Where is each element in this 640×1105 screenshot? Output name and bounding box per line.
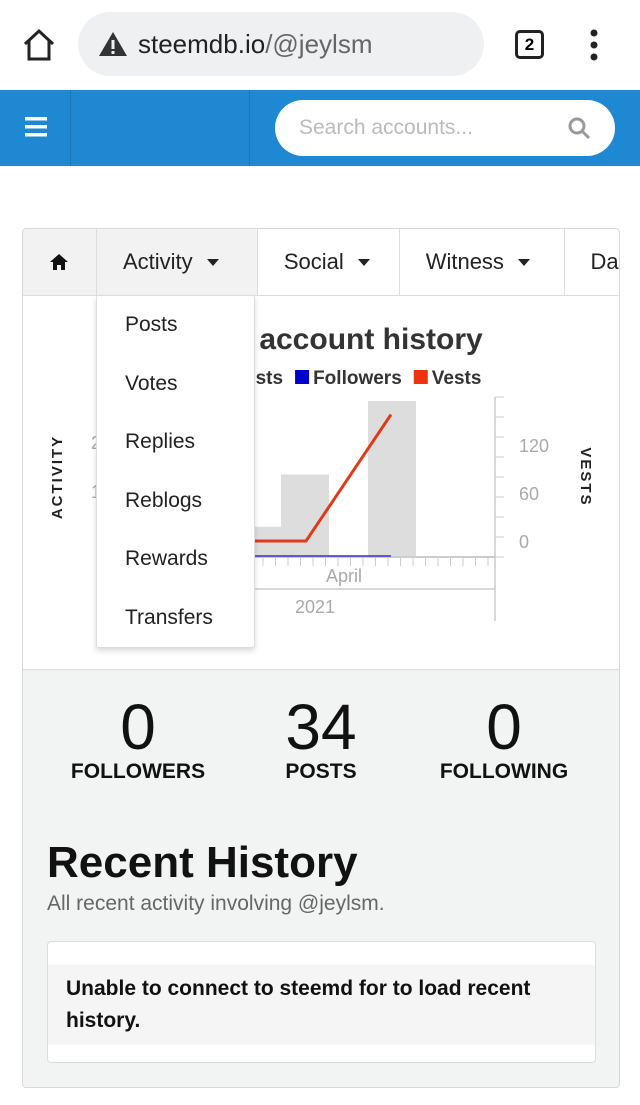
error-message: Unable to connect to steemd for to load … [48, 965, 595, 1045]
activity-bar [368, 401, 416, 557]
stat-followers[interactable]: 0 FOLLOWERS [48, 690, 228, 784]
menu-item-transfers[interactable]: Transfers [97, 589, 254, 648]
menu-item-votes[interactable]: Votes [97, 355, 254, 414]
stats-panel: 0 FOLLOWERS 34 POSTS 0 FOLLOWING Recent His… [23, 669, 619, 1087]
stat-value: 0 [486, 691, 522, 763]
x-tick-label: April [326, 566, 362, 586]
stat-posts[interactable]: 34 POSTS [231, 690, 411, 784]
stat-label: FOLLOWERS [70, 760, 206, 783]
url-host: steemdb.io [138, 28, 266, 59]
legend-label: Followers [313, 368, 402, 389]
stat-label: POSTS [285, 760, 357, 783]
activity-dropdown-menu: Posts Votes Replies Reblogs Rewards Tran… [96, 295, 255, 648]
menu-item-posts[interactable]: Posts [97, 296, 254, 355]
stat-value: 0 [120, 691, 156, 763]
home-icon[interactable] [22, 28, 56, 62]
legend-swatch [413, 370, 428, 384]
legend-label: Vests [432, 368, 482, 389]
stat-value: 34 [285, 691, 357, 763]
menu-item-reblogs[interactable]: Reblogs [97, 472, 254, 531]
recent-history-title: Recent History [47, 838, 358, 887]
search-placeholder: Search accounts... [299, 116, 473, 139]
menu-item-rewards[interactable]: Rewards [97, 530, 254, 589]
recent-history-box: Unable to connect to steemd for to load … [47, 941, 596, 1063]
search-icon[interactable] [567, 116, 591, 140]
menu-item-replies[interactable]: Replies [97, 413, 254, 472]
more-vert-icon[interactable] [588, 28, 600, 62]
legend-swatch [295, 370, 310, 384]
right-tick-label: 120 [519, 436, 549, 456]
url-path: /@jeylsm [265, 28, 373, 59]
recent-history-subtitle: All recent activity involving @jeylsm. [47, 892, 385, 915]
stat-label: FOLLOWING [439, 760, 569, 783]
browser-bar: steemdb.io/@jeylsm 2 [0, 0, 640, 90]
right-tick-label: 0 [519, 532, 529, 552]
y-axis-right-label: VESTS [577, 447, 594, 506]
chart-title: account history [259, 323, 483, 356]
y-axis-left-label: ACTIVITY [49, 435, 66, 519]
url-bar[interactable]: steemdb.io/@jeylsm [78, 12, 484, 76]
menu-icon[interactable] [25, 117, 47, 137]
right-tick-label: 60 [519, 484, 539, 504]
stat-following[interactable]: 0 FOLLOWING [414, 690, 594, 784]
x-year-label: 2021 [295, 597, 335, 617]
search-input[interactable]: Search accounts... [275, 100, 615, 156]
warning-icon [99, 32, 127, 56]
tabs-icon[interactable]: 2 [515, 30, 544, 59]
